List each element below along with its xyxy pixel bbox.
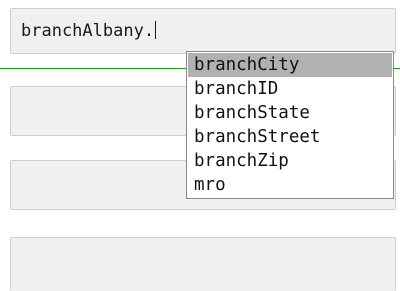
autocomplete-item-branchstate[interactable]: branchState: [188, 101, 392, 125]
autocomplete-item-branchzip[interactable]: branchZip: [188, 149, 392, 173]
autocomplete-item-branchid[interactable]: branchID: [188, 77, 392, 101]
autocomplete-item-branchcity[interactable]: branchCity: [188, 53, 392, 77]
autocomplete-popup: branchCity branchID branchState branchSt…: [186, 51, 394, 199]
autocomplete-item-mro[interactable]: mro: [188, 173, 392, 197]
code-input-field[interactable]: branchAlbany.: [10, 8, 396, 54]
autocomplete-item-branchstreet[interactable]: branchStreet: [188, 125, 392, 149]
code-input-text[interactable]: branchAlbany.: [21, 20, 157, 42]
text-caret: [155, 21, 157, 39]
empty-input-field-4[interactable]: [10, 237, 396, 291]
